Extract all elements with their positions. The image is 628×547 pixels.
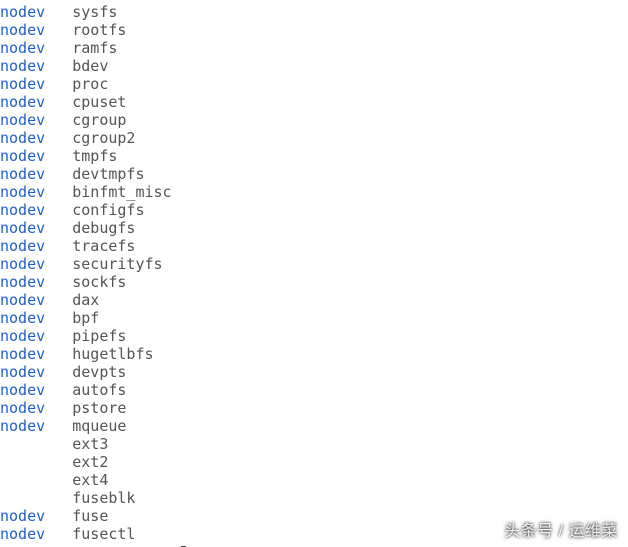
filesystem-flag: nodev: [0, 129, 72, 147]
filesystem-flag: nodev: [0, 237, 72, 255]
filesystem-name: tracefs: [72, 237, 135, 255]
filesystem-row: ext3: [0, 435, 628, 453]
filesystem-name: ext3: [72, 435, 108, 453]
filesystem-flag: nodev: [0, 255, 72, 273]
prompt-line[interactable]: [0, 543, 628, 547]
terminal-output: nodevsysfsnodevrootfsnodevramfsnodevbdev…: [0, 0, 628, 547]
filesystem-flag: nodev: [0, 273, 72, 291]
filesystem-name: bdev: [72, 57, 108, 75]
filesystem-name: devpts: [72, 363, 126, 381]
filesystem-name: cgroup: [72, 111, 126, 129]
filesystem-flag: [0, 471, 72, 489]
filesystem-row: nodevramfs: [0, 39, 628, 57]
filesystem-flag: nodev: [0, 93, 72, 111]
filesystem-row: nodevcgroup: [0, 111, 628, 129]
filesystem-name: ext4: [72, 471, 108, 489]
filesystem-flag: nodev: [0, 219, 72, 237]
filesystem-row: nodevtmpfs: [0, 147, 628, 165]
filesystem-name: devtmpfs: [72, 165, 144, 183]
filesystem-row: ext4: [0, 471, 628, 489]
filesystem-row: nodevpipefs: [0, 327, 628, 345]
filesystem-row: nodevbinfmt_misc: [0, 183, 628, 201]
filesystem-name: fusectl: [72, 525, 135, 543]
filesystem-name: pipefs: [72, 327, 126, 345]
filesystem-row: nodevbdev: [0, 57, 628, 75]
filesystem-name: binfmt_misc: [72, 183, 171, 201]
filesystem-row: ext2: [0, 453, 628, 471]
filesystem-row: nodevconfigfs: [0, 201, 628, 219]
filesystem-row: nodevdevtmpfs: [0, 165, 628, 183]
filesystem-name: fuse: [72, 507, 108, 525]
filesystem-flag: nodev: [0, 345, 72, 363]
filesystem-flag: nodev: [0, 201, 72, 219]
filesystem-row: nodevtracefs: [0, 237, 628, 255]
filesystem-name: mqueue: [72, 417, 126, 435]
filesystem-row: nodevfusectl: [0, 525, 628, 543]
filesystem-flag: nodev: [0, 39, 72, 57]
filesystem-flag: nodev: [0, 183, 72, 201]
filesystem-row: nodevcpuset: [0, 93, 628, 111]
filesystem-row: nodevsecurityfs: [0, 255, 628, 273]
filesystem-name: autofs: [72, 381, 126, 399]
filesystem-name: cpuset: [72, 93, 126, 111]
filesystem-flag: nodev: [0, 111, 72, 129]
filesystem-flag: [0, 453, 72, 471]
filesystem-flag: [0, 489, 72, 507]
filesystem-row: nodevautofs: [0, 381, 628, 399]
filesystem-flag: nodev: [0, 147, 72, 165]
filesystem-flag: nodev: [0, 75, 72, 93]
filesystem-flag: nodev: [0, 327, 72, 345]
filesystem-name: hugetlbfs: [72, 345, 153, 363]
filesystem-name: ramfs: [72, 39, 117, 57]
filesystem-row: nodevsockfs: [0, 273, 628, 291]
filesystem-name: rootfs: [72, 21, 126, 39]
filesystem-flag: nodev: [0, 399, 72, 417]
filesystem-row: nodevsysfs: [0, 3, 628, 21]
filesystem-name: securityfs: [72, 255, 162, 273]
filesystem-name: pstore: [72, 399, 126, 417]
filesystem-row: nodevpstore: [0, 399, 628, 417]
filesystem-flag: [0, 435, 72, 453]
filesystem-row: nodevdebugfs: [0, 219, 628, 237]
filesystem-name: dax: [72, 291, 99, 309]
filesystem-flag: nodev: [0, 165, 72, 183]
filesystem-flag: nodev: [0, 309, 72, 327]
filesystem-row: nodevbpf: [0, 309, 628, 327]
filesystem-flag: nodev: [0, 57, 72, 75]
filesystem-flag: nodev: [0, 417, 72, 435]
filesystem-row: nodevdax: [0, 291, 628, 309]
filesystem-flag: nodev: [0, 363, 72, 381]
filesystem-row: nodevproc: [0, 75, 628, 93]
filesystem-name: sysfs: [72, 3, 117, 21]
filesystem-name: configfs: [72, 201, 144, 219]
filesystem-name: bpf: [72, 309, 99, 327]
filesystem-flag: nodev: [0, 381, 72, 399]
filesystem-flag: nodev: [0, 3, 72, 21]
filesystem-name: debugfs: [72, 219, 135, 237]
filesystem-row: fuseblk: [0, 489, 628, 507]
filesystem-flag: nodev: [0, 525, 72, 543]
filesystem-row: nodevrootfs: [0, 21, 628, 39]
filesystem-row: nodevhugetlbfs: [0, 345, 628, 363]
filesystem-name: tmpfs: [72, 147, 117, 165]
filesystem-row: nodevcgroup2: [0, 129, 628, 147]
filesystem-row: nodevfuse: [0, 507, 628, 525]
filesystem-flag: nodev: [0, 21, 72, 39]
filesystem-name: sockfs: [72, 273, 126, 291]
filesystem-name: ext2: [72, 453, 108, 471]
filesystem-flag: nodev: [0, 291, 72, 309]
filesystem-name: cgroup2: [72, 129, 135, 147]
filesystem-name: fuseblk: [72, 489, 135, 507]
filesystem-name: proc: [72, 75, 108, 93]
filesystem-row: nodevmqueue: [0, 417, 628, 435]
filesystem-flag: nodev: [0, 507, 72, 525]
filesystem-row: nodevdevpts: [0, 363, 628, 381]
